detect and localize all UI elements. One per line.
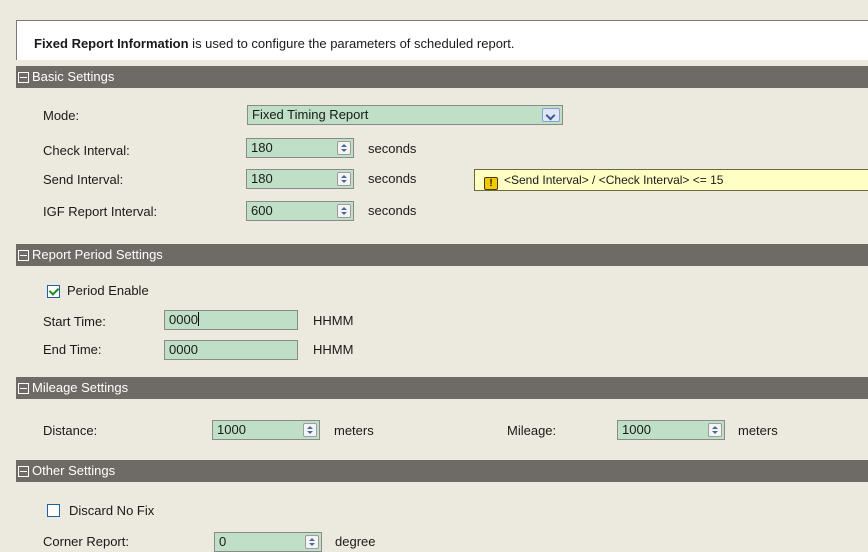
mileage-stepper[interactable]: 1000	[617, 420, 725, 440]
discard-no-fix-label[interactable]: Discard No Fix	[69, 503, 154, 518]
report-period-panel: Period Enable Start Time: 0000 HHMM End …	[16, 266, 868, 376]
other-settings-title: Other Settings	[32, 463, 116, 478]
igf-interval-stepper[interactable]: 600	[246, 201, 354, 221]
report-period-title: Report Period Settings	[32, 247, 163, 262]
discard-no-fix-checkbox[interactable]	[47, 504, 60, 517]
mileage-label: Mileage:	[507, 423, 557, 438]
warning-icon: !	[484, 177, 498, 190]
igf-interval-label: IGF Report Interval:	[43, 204, 158, 219]
send-interval-unit: seconds	[368, 171, 417, 186]
other-settings-panel: Discard No Fix Corner Report: 0 degree	[16, 482, 868, 552]
interval-hint-tooltip: ! <Send Interval> / <Check Interval> <= 1…	[474, 169, 868, 191]
distance-label: Distance:	[43, 423, 98, 438]
end-time-value: 0000	[169, 342, 198, 357]
igf-interval-unit: seconds	[368, 203, 417, 218]
intro-text: Fixed Report Information is used to conf…	[34, 36, 514, 51]
distance-unit: meters	[334, 423, 374, 438]
spinner-icon[interactable]	[303, 423, 317, 437]
mileage-settings-title: Mileage Settings	[32, 380, 129, 395]
mode-value: Fixed Timing Report	[252, 107, 369, 122]
period-enable-checkbox[interactable]	[47, 285, 60, 298]
check-interval-unit: seconds	[368, 141, 417, 156]
mode-select[interactable]: Fixed Timing Report	[247, 105, 563, 125]
end-time-label: End Time:	[43, 342, 102, 357]
spinner-icon[interactable]	[337, 172, 351, 186]
basic-settings-header[interactable]: Basic Settings	[16, 66, 868, 88]
start-time-input[interactable]: 0000	[164, 310, 298, 330]
send-interval-stepper[interactable]: 180	[246, 169, 354, 189]
send-interval-label: Send Interval:	[43, 172, 124, 187]
spinner-icon[interactable]	[708, 423, 722, 437]
check-interval-label: Check Interval:	[43, 143, 130, 158]
spinner-icon[interactable]	[337, 141, 351, 155]
other-settings-header[interactable]: Other Settings	[16, 460, 868, 482]
check-interval-value: 180	[251, 140, 273, 155]
text-cursor	[197, 312, 199, 326]
collapse-icon[interactable]	[18, 383, 29, 394]
start-time-unit: HHMM	[313, 313, 354, 328]
mileage-unit: meters	[738, 423, 778, 438]
basic-settings-panel: Mode: Fixed Timing Report Check Interval…	[16, 88, 868, 230]
corner-report-stepper[interactable]: 0	[214, 532, 322, 552]
end-time-input[interactable]: 0000	[164, 340, 298, 360]
check-interval-stepper[interactable]: 180	[246, 138, 354, 158]
start-time-label: Start Time:	[43, 314, 106, 329]
spinner-icon[interactable]	[337, 204, 351, 218]
intro-title: Fixed Report Information	[34, 36, 189, 51]
collapse-icon[interactable]	[18, 72, 29, 83]
end-time-unit: HHMM	[313, 342, 354, 357]
collapse-icon[interactable]	[18, 466, 29, 477]
collapse-icon[interactable]	[18, 250, 29, 261]
basic-settings-title: Basic Settings	[32, 69, 115, 84]
report-period-header[interactable]: Report Period Settings	[16, 244, 868, 266]
mode-label: Mode:	[43, 108, 80, 123]
mileage-settings-header[interactable]: Mileage Settings	[16, 377, 868, 399]
intro-panel: Fixed Report Information is used to conf…	[16, 20, 868, 60]
mileage-settings-panel: Distance: 1000 meters Mileage: 1000 mete…	[16, 399, 868, 460]
period-enable-label[interactable]: Period Enable	[67, 283, 149, 298]
intro-description: is used to configure the parameters of s…	[188, 36, 515, 51]
distance-value: 1000	[217, 422, 246, 437]
igf-interval-value: 600	[251, 203, 273, 218]
start-time-value: 0000	[169, 312, 198, 327]
chevron-down-icon[interactable]	[542, 108, 560, 122]
mileage-value: 1000	[622, 422, 651, 437]
send-interval-value: 180	[251, 171, 273, 186]
interval-hint-text: <Send Interval> / <Check Interval> <= 15	[504, 173, 724, 187]
distance-stepper[interactable]: 1000	[212, 420, 320, 440]
